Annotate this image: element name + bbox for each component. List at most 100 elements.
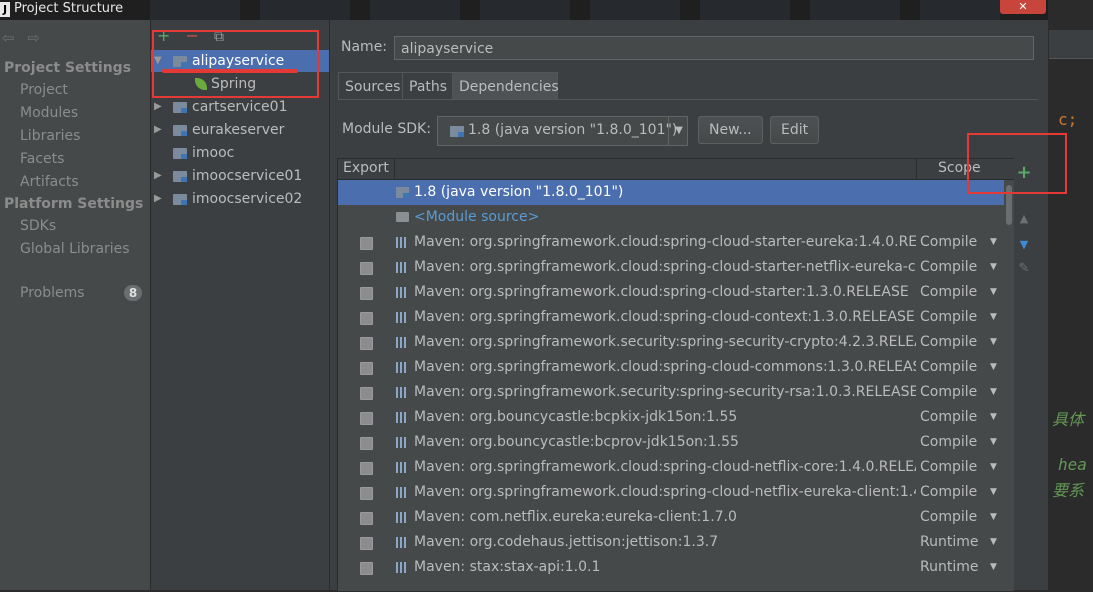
table-row[interactable]: 1.8 (java version "1.8.0_101") xyxy=(338,180,1004,205)
module-item-imoocservice01[interactable]: ▶ imoocservice01 xyxy=(151,165,329,187)
collapsed-arrow-icon[interactable]: ▶ xyxy=(154,188,162,210)
collapsed-arrow-icon[interactable]: ▶ xyxy=(154,119,162,141)
sidebar-item-artifacts[interactable]: Artifacts xyxy=(20,174,79,190)
edit-dependency-icon[interactable]: ✎ xyxy=(1014,261,1034,276)
table-row[interactable]: Maven: org.springframework.cloud:spring-… xyxy=(338,480,1004,505)
export-checkbox[interactable] xyxy=(360,512,373,525)
chevron-down-icon[interactable]: ▼ xyxy=(990,430,997,455)
module-folder-icon xyxy=(173,125,187,136)
chevron-down-icon[interactable]: ▼ xyxy=(990,230,997,255)
table-row[interactable]: Maven: stax:stax-api:1.0.1 Runtime ▼ xyxy=(338,555,1004,580)
sidebar-item-project[interactable]: Project xyxy=(20,82,68,98)
export-checkbox[interactable] xyxy=(360,387,373,400)
scope-value[interactable]: Compile xyxy=(920,505,977,530)
chevron-down-icon[interactable]: ▼ xyxy=(990,505,997,530)
sidebar-item-sdks[interactable]: SDKs xyxy=(20,218,56,234)
sidebar-item-modules[interactable]: Modules xyxy=(20,105,78,121)
scope-value[interactable]: Compile xyxy=(920,330,977,355)
module-label: eurakeserver xyxy=(192,122,285,138)
module-item-imooc[interactable]: imooc xyxy=(151,142,329,164)
chevron-down-icon[interactable]: ▼ xyxy=(990,355,997,380)
tab-dependencies[interactable]: Dependencies xyxy=(452,72,559,100)
code-fragment: c; xyxy=(1058,110,1078,129)
scope-value[interactable]: Runtime xyxy=(920,530,978,555)
scope-value[interactable]: Runtime xyxy=(920,555,978,580)
module-item-eurakeserver[interactable]: ▶ eurakeserver xyxy=(151,119,329,141)
scope-value[interactable]: Compile xyxy=(920,480,977,505)
chevron-down-icon[interactable]: ▼ xyxy=(990,455,997,480)
sidebar-item-facets[interactable]: Facets xyxy=(20,151,64,167)
table-row[interactable]: <Module source> xyxy=(338,205,1004,230)
export-checkbox[interactable] xyxy=(360,312,373,325)
sidebar-item-libraries[interactable]: Libraries xyxy=(20,128,80,144)
chevron-down-icon[interactable]: ▼ xyxy=(990,305,997,330)
module-item-imoocservice02[interactable]: ▶ imoocservice02 xyxy=(151,188,329,210)
chevron-down-icon[interactable]: ▼ xyxy=(990,380,997,405)
scope-value[interactable]: Compile xyxy=(920,280,977,305)
module-item-cartservice01[interactable]: ▶ cartservice01 xyxy=(151,96,329,118)
scope-value[interactable]: Compile xyxy=(920,405,977,430)
table-row[interactable]: Maven: org.bouncycastle:bcprov-jdk15on:1… xyxy=(338,430,1004,455)
table-row[interactable]: Maven: org.springframework.cloud:spring-… xyxy=(338,305,1004,330)
export-checkbox[interactable] xyxy=(360,337,373,350)
new-sdk-button[interactable]: New... xyxy=(698,116,763,144)
project-structure-dialog: ⇦ ⇨ Project Settings Project Modules Lib… xyxy=(0,20,1067,592)
close-button[interactable]: ✕ xyxy=(1000,0,1046,14)
dependency-name: Maven: org.springframework.cloud:spring-… xyxy=(414,309,915,325)
export-checkbox[interactable] xyxy=(360,537,373,550)
export-checkbox[interactable] xyxy=(360,362,373,375)
scope-value[interactable]: Compile xyxy=(920,305,977,330)
sidebar-item-global-libraries[interactable]: Global Libraries xyxy=(20,241,130,257)
scope-value[interactable]: Compile xyxy=(920,230,977,255)
forward-arrow-icon[interactable]: ⇨ xyxy=(27,29,44,47)
chevron-down-icon[interactable]: ▼ xyxy=(668,117,689,145)
table-row[interactable]: Maven: org.springframework.security:spri… xyxy=(338,380,1004,405)
table-row[interactable]: Maven: org.bouncycastle:bcpkix-jdk15on:1… xyxy=(338,405,1004,430)
table-row[interactable]: Maven: org.springframework.cloud:spring-… xyxy=(338,230,1004,255)
table-row[interactable]: Maven: org.springframework.cloud:spring-… xyxy=(338,455,1004,480)
export-checkbox[interactable] xyxy=(360,262,373,275)
tab-paths[interactable]: Paths xyxy=(402,72,453,100)
table-row[interactable]: Maven: org.springframework.cloud:spring-… xyxy=(338,280,1004,305)
export-column-header[interactable]: Export xyxy=(343,160,389,176)
move-down-icon[interactable]: ▼ xyxy=(1014,238,1034,251)
module-sdk-select[interactable]: 1.8 (java version "1.8.0_101") ▼ xyxy=(437,116,688,146)
collapsed-arrow-icon[interactable]: ▶ xyxy=(154,96,162,118)
table-row[interactable]: Maven: com.netflix.eureka:eureka-client:… xyxy=(338,505,1004,530)
export-checkbox[interactable] xyxy=(360,462,373,475)
chevron-down-icon[interactable]: ▼ xyxy=(990,530,997,555)
window-title: Project Structure xyxy=(14,1,124,16)
chevron-down-icon[interactable]: ▼ xyxy=(990,405,997,430)
sidebar-item-problems[interactable]: Problems xyxy=(20,285,85,301)
table-row[interactable]: Maven: org.codehaus.jettison:jettison:1.… xyxy=(338,530,1004,555)
export-checkbox[interactable] xyxy=(360,562,373,575)
chevron-down-icon[interactable]: ▼ xyxy=(990,255,997,280)
edit-sdk-button[interactable]: Edit xyxy=(770,116,820,144)
table-row[interactable]: Maven: org.springframework.cloud:spring-… xyxy=(338,255,1004,280)
table-row[interactable]: Maven: org.springframework.cloud:spring-… xyxy=(338,355,1004,380)
export-checkbox[interactable] xyxy=(360,487,373,500)
chevron-down-icon[interactable]: ▼ xyxy=(990,555,997,580)
scope-value[interactable]: Compile xyxy=(920,355,977,380)
chevron-down-icon[interactable]: ▼ xyxy=(990,480,997,505)
back-arrow-icon[interactable]: ⇦ xyxy=(2,29,19,47)
tab-sources[interactable]: Sources xyxy=(338,72,403,100)
scope-value[interactable]: Compile xyxy=(920,380,977,405)
module-name-input[interactable]: alipayservice xyxy=(394,36,1034,60)
export-checkbox[interactable] xyxy=(360,287,373,300)
collapsed-arrow-icon[interactable]: ▶ xyxy=(154,165,162,187)
scope-value[interactable]: Compile xyxy=(920,255,977,280)
move-up-icon[interactable]: ▲ xyxy=(1014,212,1034,225)
chevron-down-icon[interactable]: ▼ xyxy=(990,280,997,305)
intellij-app-icon: J xyxy=(0,2,10,17)
scope-value[interactable]: Compile xyxy=(920,430,977,455)
export-checkbox[interactable] xyxy=(360,437,373,450)
export-checkbox[interactable] xyxy=(360,237,373,250)
maven-library-icon xyxy=(396,237,408,248)
export-checkbox[interactable] xyxy=(360,412,373,425)
table-row[interactable]: Maven: org.springframework.security:spri… xyxy=(338,330,1004,355)
platform-settings-header: Platform Settings xyxy=(4,196,144,212)
table-scrollbar[interactable] xyxy=(1005,180,1013,590)
scope-value[interactable]: Compile xyxy=(920,455,977,480)
chevron-down-icon[interactable]: ▼ xyxy=(990,330,997,355)
